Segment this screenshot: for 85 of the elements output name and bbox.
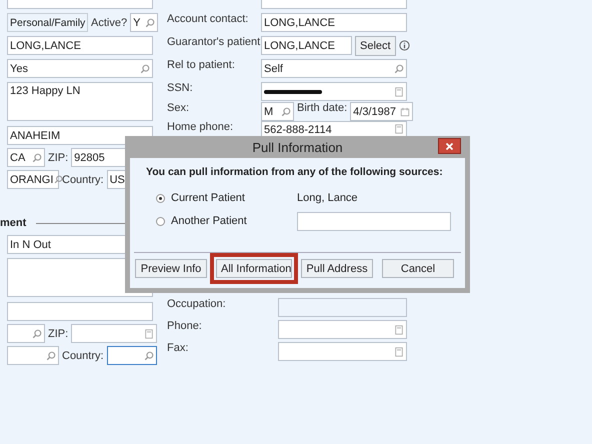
field-value: M: [264, 106, 274, 118]
calculator-icon: [394, 86, 404, 96]
search-icon: [140, 64, 150, 74]
field-label: Occupation:: [167, 298, 227, 310]
field-value: 92805: [74, 152, 105, 164]
phone-field[interactable]: [278, 320, 407, 339]
calculator-icon: [394, 346, 404, 356]
select-button[interactable]: Select: [355, 36, 396, 56]
zip-field[interactable]: [71, 324, 158, 343]
country-label: Country:: [62, 350, 104, 362]
calendar-icon: [400, 106, 410, 116]
dialog-button[interactable]: Pull Address: [301, 259, 373, 278]
radio-button[interactable]: [156, 194, 165, 202]
calculator-icon: [144, 328, 154, 338]
field-value: ORANGI: [10, 174, 54, 186]
field-label: Account contact:: [167, 13, 250, 25]
field-value: ANAHEIM: [10, 130, 60, 142]
dialog-title: Pull Information: [252, 140, 343, 154]
active-label: Active?: [91, 16, 128, 28]
relationship-field[interactable]: Self: [261, 59, 407, 78]
birth-date-label: Birth date:: [297, 102, 348, 114]
country-label: Country:: [62, 174, 104, 186]
dialog-button[interactable]: Preview Info: [135, 259, 207, 278]
ssn-field[interactable]: [261, 82, 407, 101]
field-label: SSN:: [167, 82, 194, 94]
state-field[interactable]: CA: [7, 148, 45, 167]
patient-name: Long, Lance: [297, 192, 358, 204]
search-icon: [144, 350, 154, 360]
field-value: Yes: [10, 62, 28, 74]
field-label: Home phone:: [167, 121, 234, 133]
category-label: Personal/Family: [7, 13, 88, 32]
field-label: Sex:: [167, 102, 190, 114]
zip-label: ZIP:: [48, 328, 68, 340]
calculator-icon: [394, 324, 404, 334]
birth-date-field[interactable]: 4/3/1987: [350, 102, 414, 121]
sex-field[interactable]: M: [261, 102, 294, 121]
name-field[interactable]: LONG,LANCE: [7, 36, 153, 55]
field-value: Y: [133, 16, 140, 28]
field-label: Rel to patient:: [167, 59, 236, 71]
search-icon: [32, 328, 42, 338]
search-icon: [145, 18, 156, 28]
field-value: 123 Happy LN: [10, 85, 80, 97]
city-field[interactable]: [7, 302, 153, 321]
county-field[interactable]: [7, 346, 59, 365]
close-icon: [446, 142, 453, 150]
active-field[interactable]: Y: [130, 13, 158, 32]
field-label: Fax:: [167, 342, 190, 354]
search-icon: [54, 175, 64, 184]
occupation-field[interactable]: [278, 298, 407, 317]
city-field[interactable]: ANAHEIM: [7, 126, 153, 145]
fax-field[interactable]: [278, 342, 407, 361]
account-contact-field[interactable]: LONG,LANCE: [261, 13, 407, 32]
field-value: Self: [264, 62, 283, 74]
dialog-button[interactable]: Cancel: [382, 259, 454, 278]
radio-label: Current Patient: [171, 192, 246, 204]
patient-field[interactable]: [297, 212, 451, 230]
field-value: CA: [10, 152, 26, 164]
zip-label: ZIP:: [48, 152, 68, 164]
calculator-icon: [394, 124, 404, 134]
guarantor-field[interactable]: LONG,LANCE: [261, 36, 352, 55]
dialog-button[interactable]: All Information: [216, 259, 292, 278]
field-value: 562-888-2114: [264, 124, 332, 136]
radio-label: Another Patient: [171, 215, 248, 227]
address-field[interactable]: 123 Happy LN: [7, 82, 153, 121]
country-field[interactable]: [106, 346, 157, 365]
dialog-prompt: You can pull information from any of the following sources:: [146, 166, 443, 178]
state-field[interactable]: [7, 324, 45, 343]
field-value: US: [110, 174, 125, 186]
radio-button[interactable]: [156, 216, 165, 226]
search-icon: [46, 350, 56, 360]
close-button[interactable]: [438, 138, 461, 154]
search-icon: [281, 106, 291, 116]
field-value: LONG,LANCE: [10, 40, 81, 52]
field-label: Guarantor's patient:: [167, 36, 258, 48]
redaction-mark: [264, 88, 324, 94]
field-value: LONG,LANCE: [264, 40, 335, 52]
info-icon[interactable]: [398, 40, 410, 51]
field-label: Phone:: [167, 320, 203, 332]
search-icon: [394, 64, 404, 74]
search-icon: [32, 152, 42, 162]
section-heading: ment: [0, 217, 26, 229]
field-value: LONG,LANCE: [264, 16, 335, 28]
lookup-field[interactable]: Yes: [7, 59, 153, 78]
field-value: 4/3/1987: [353, 106, 396, 118]
field-value: In N Out: [10, 238, 51, 250]
